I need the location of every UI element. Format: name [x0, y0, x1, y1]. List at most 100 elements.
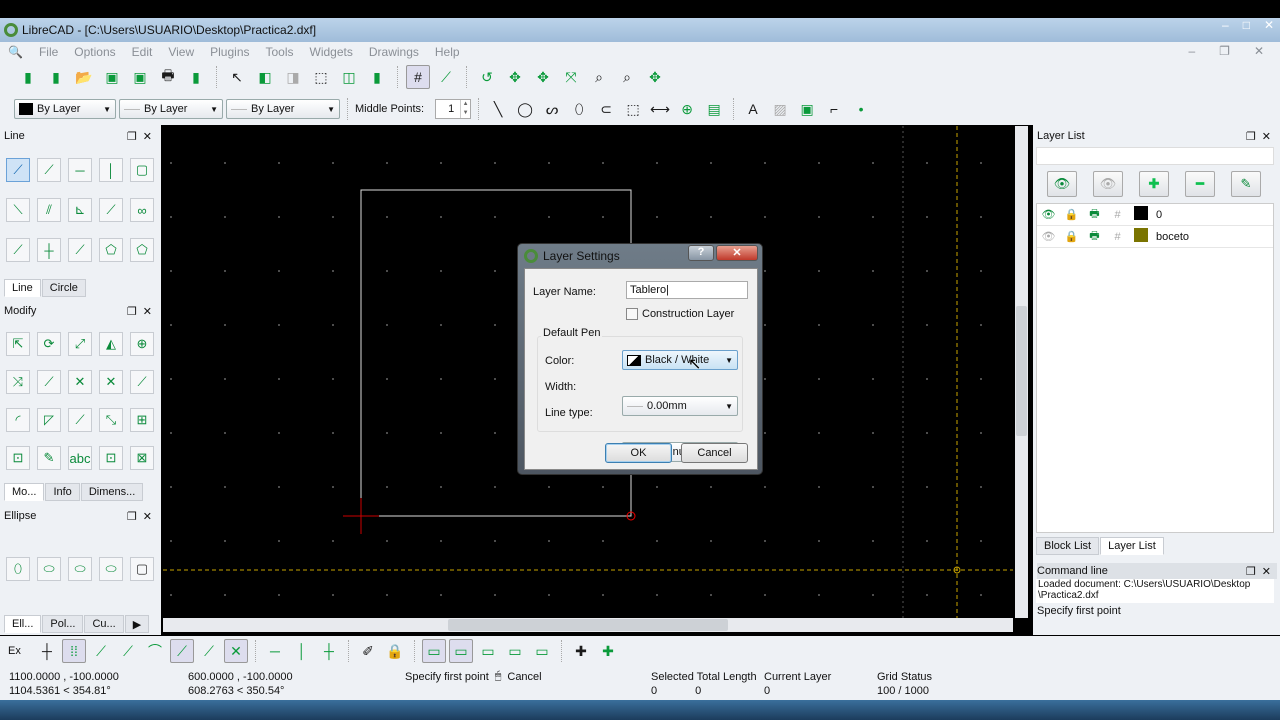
circle-tool-icon[interactable]: ◯ [513, 97, 537, 121]
undo-icon[interactable]: ◧ [253, 65, 277, 89]
line-orthogonal-icon[interactable]: ⊾ [68, 198, 92, 222]
line-angle-icon[interactable]: ⟋ [37, 158, 61, 182]
zoom-auto-icon[interactable]: ⤧ [559, 65, 583, 89]
stretch-icon[interactable]: ⤡ [99, 408, 123, 432]
layer-name-input[interactable]: Tablero| [626, 281, 748, 299]
tab-line[interactable]: Line [4, 279, 41, 297]
move-rotate-icon[interactable]: ⊕ [130, 332, 154, 356]
redraw-icon[interactable]: ↺ [475, 65, 499, 89]
select-pointer-icon[interactable]: ↖ [225, 65, 249, 89]
tab-modify[interactable]: Mo... [4, 483, 45, 501]
tab-polyline[interactable]: Pol... [42, 615, 84, 633]
view-mode-4-icon[interactable]: ▭ [503, 639, 527, 663]
hatch-tool-icon[interactable]: ▨ [768, 97, 792, 121]
minimize-button[interactable]: – [1222, 18, 1229, 32]
construction-icon[interactable]: # [1106, 231, 1129, 243]
line-parallel-icon[interactable]: ⫽ [37, 198, 61, 222]
menu-help[interactable]: Help [427, 45, 468, 59]
ellipse-foci-icon[interactable]: ⬭ [68, 557, 92, 581]
paste-icon[interactable]: ▮ [365, 65, 389, 89]
attributes-icon[interactable]: ⊡ [6, 446, 30, 470]
ellipse-axis-icon[interactable]: ⬯ [6, 557, 30, 581]
image-tool-icon[interactable]: ▣ [795, 97, 819, 121]
new-template-icon[interactable]: ▮ [44, 65, 68, 89]
view-mode-2-icon[interactable]: ▭ [449, 639, 473, 663]
menu-tools[interactable]: Tools [258, 45, 302, 59]
zoom-in-icon[interactable]: ✥ [503, 65, 527, 89]
snap-middle-icon[interactable]: ⟋ [170, 639, 194, 663]
print-preview-icon[interactable]: ▮ [184, 65, 208, 89]
line-horizontal-icon[interactable]: ─ [68, 158, 92, 182]
restrict-horizontal-icon[interactable]: ─ [263, 639, 287, 663]
snap-intersection-icon[interactable]: ✕ [224, 639, 248, 663]
remove-layer-button[interactable]: ━ [1185, 171, 1215, 197]
dialog-close-button[interactable]: ✕ [716, 245, 758, 261]
snap-distance-icon[interactable]: ⟋ [197, 639, 221, 663]
zoom-out-icon[interactable]: ✥ [531, 65, 555, 89]
menu-file[interactable]: File [31, 45, 66, 59]
redo-icon[interactable]: ◨ [281, 65, 305, 89]
properties-icon[interactable]: ⊞ [130, 408, 154, 432]
dimension-tool-icon[interactable]: ⟷ [648, 97, 672, 121]
entity-info-icon[interactable]: ⊠ [130, 446, 154, 470]
spline-tool-icon[interactable]: ᔕ [540, 97, 564, 121]
show-all-layers-button[interactable]: 👁 [1047, 171, 1077, 197]
pen-color-combo[interactable]: By Layer ▼ [14, 99, 116, 119]
edit-layer-button[interactable]: ✎ [1231, 171, 1261, 197]
mdi-restore-button[interactable]: ❐ [1211, 44, 1238, 58]
mdi-minimize-button[interactable]: – [1180, 44, 1203, 58]
dock-float-close-icons[interactable]: ❐✕ [1246, 565, 1277, 578]
pen-width-combo[interactable]: By Layer ▼ [119, 99, 223, 119]
snap-free-icon[interactable]: ┼ [35, 639, 59, 663]
add-block-icon[interactable]: ✚ [596, 639, 620, 663]
color-combo[interactable]: Black / White ▼ [622, 350, 738, 370]
hide-all-layers-button[interactable]: 👁 [1093, 171, 1123, 197]
select-tool-icon[interactable]: ⬚ [621, 97, 645, 121]
view-mode-1-icon[interactable]: ▭ [422, 639, 446, 663]
lengthen-icon[interactable]: ✕ [99, 370, 123, 394]
pen-linetype-combo[interactable]: By Layer ▼ [226, 99, 340, 119]
view-mode-3-icon[interactable]: ▭ [476, 639, 500, 663]
tab-block-list[interactable]: Block List [1036, 537, 1100, 555]
line-relangle-icon[interactable]: ⟋ [68, 238, 92, 262]
snap-grid-icon[interactable]: ⁞⁞ [62, 639, 86, 663]
fillet-icon[interactable]: ◸ [37, 408, 61, 432]
add-to-list-icon[interactable]: ✚ [569, 639, 593, 663]
new-file-icon[interactable]: ▮ [16, 65, 40, 89]
hidden-eye-icon[interactable]: 👁 [1037, 230, 1060, 243]
ellipse-4points-icon[interactable]: ⬭ [99, 557, 123, 581]
print-icon[interactable]: 🖶 [156, 65, 180, 89]
trim-icon[interactable]: ⟋ [37, 370, 61, 394]
menu-edit[interactable]: Edit [124, 45, 161, 59]
visible-eye-icon[interactable]: 👁 [1037, 208, 1060, 221]
snap-center-icon[interactable]: ⌒ [143, 639, 167, 663]
tab-curve[interactable]: Cu... [84, 615, 124, 633]
rectangle-icon[interactable]: ▢ [130, 158, 154, 182]
ellipse-inscribed-icon[interactable]: ▢ [130, 557, 154, 581]
save-as-icon[interactable]: ▣ [128, 65, 152, 89]
text-tool-icon[interactable]: A [741, 97, 765, 121]
tab-info[interactable]: Info [45, 483, 80, 501]
line-tool-icon[interactable]: ╲ [486, 97, 510, 121]
mdi-close-button[interactable]: ✕ [1246, 44, 1272, 58]
ok-button[interactable]: OK [605, 443, 672, 463]
ellipse-arc-icon[interactable]: ⬭ [37, 557, 61, 581]
zoom-pan-icon[interactable]: ✥ [643, 65, 667, 89]
print-icon[interactable]: 🖶 [1083, 227, 1106, 246]
dock-float-close-icons[interactable]: ❐✕ [127, 305, 158, 318]
snap-endpoint-icon[interactable]: ⟋ [89, 639, 113, 663]
menu-widgets[interactable]: Widgets [302, 45, 361, 59]
cut-icon[interactable]: ⬚ [309, 65, 333, 89]
grid-toggle-icon[interactable]: # [406, 65, 430, 89]
measure-tool-icon[interactable]: ⌐ [822, 97, 846, 121]
tab-circle[interactable]: Circle [41, 279, 86, 297]
polyline-tool-icon[interactable]: ⊂ [594, 97, 618, 121]
explode-icon[interactable]: ⊡ [99, 446, 123, 470]
save-icon[interactable]: ▣ [100, 65, 124, 89]
menu-plugins[interactable]: Plugins [202, 45, 257, 59]
menu-view[interactable]: View [160, 45, 202, 59]
middle-points-spinner[interactable]: 1 ▲ ▼ [435, 99, 472, 119]
construction-layer-checkbox[interactable] [626, 308, 638, 320]
cancel-button[interactable]: Cancel [681, 443, 748, 463]
offset-icon[interactable]: ⟋ [130, 370, 154, 394]
